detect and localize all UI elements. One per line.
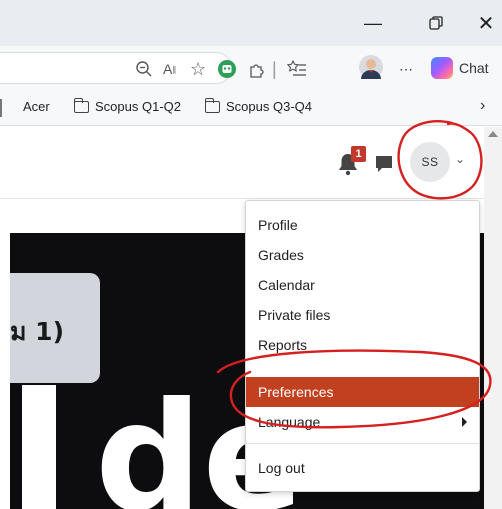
browser-title-bar: — ✕ [0, 0, 502, 46]
course-title-text: ม 1) [10, 317, 65, 346]
bookmark-label: Scopus Q1-Q2 [95, 99, 181, 114]
bookmark-scopus-q3-q4[interactable]: Scopus Q3-Q4 [204, 97, 312, 114]
more-options-icon[interactable]: ⋯ [399, 58, 413, 80]
bookmark-scopus-q1-q2[interactable]: Scopus Q1-Q2 [73, 97, 181, 114]
extension-icon[interactable] [216, 58, 238, 80]
site-header: 1 SS ⌄ [0, 127, 484, 199]
chevron-right-icon[interactable]: › [480, 97, 485, 115]
chat-label: Chat [459, 60, 489, 76]
chevron-down-icon[interactable]: ⌄ [455, 152, 465, 166]
minimize-icon: — [364, 12, 382, 33]
messages-icon[interactable] [374, 154, 394, 174]
bookmark-acer[interactable]: Acer [23, 99, 50, 114]
bookmark-folder-edge [0, 99, 2, 117]
address-bar-row: A ∥ ☆ | ⋯ Chat [0, 46, 502, 90]
submenu-arrow-icon [462, 417, 467, 427]
menu-item-label: Language [258, 414, 321, 430]
favorite-star-icon[interactable]: ☆ [190, 58, 206, 80]
toolbar-divider: | [272, 58, 277, 79]
bookmark-label: Scopus Q3-Q4 [226, 99, 312, 114]
menu-divider [246, 443, 479, 444]
bookmark-label: Acer [23, 99, 50, 114]
read-aloud-icon[interactable]: A ∥ [163, 58, 176, 80]
menu-item-profile[interactable]: Profile [246, 210, 479, 240]
menu-item-preferences[interactable]: Preferences [246, 377, 479, 407]
scroll-up-arrow-icon[interactable] [488, 131, 498, 137]
menu-item-calendar[interactable]: Calendar [246, 270, 479, 300]
page-scrollbar[interactable] [484, 127, 502, 509]
banner-graphic-bar [22, 385, 56, 509]
menu-item-language[interactable]: Language [246, 407, 479, 437]
bookmarks-bar: Acer Scopus Q1-Q2 Scopus Q3-Q4 › [0, 90, 502, 126]
restore-icon [429, 16, 443, 30]
favorites-list-icon[interactable] [287, 58, 307, 80]
notification-count-badge: 1 [351, 146, 366, 162]
zoom-icon[interactable] [135, 58, 153, 80]
menu-item-grades[interactable]: Grades [246, 240, 479, 270]
profile-avatar-icon[interactable] [358, 55, 384, 79]
close-button[interactable]: ✕ [470, 8, 502, 38]
restore-button[interactable] [420, 8, 452, 38]
copilot-icon [431, 57, 453, 79]
extensions-puzzle-icon[interactable] [248, 58, 266, 80]
menu-item-log-out[interactable]: Log out [246, 453, 479, 483]
copilot-chat-button[interactable]: Chat [431, 55, 489, 81]
folder-icon [204, 97, 220, 113]
folder-icon [73, 97, 89, 113]
menu-item-reports[interactable]: Reports [246, 330, 479, 360]
close-icon: ✕ [477, 12, 495, 35]
user-avatar[interactable]: SS [410, 142, 450, 182]
user-menu-dropdown: Profile Grades Calendar Private files Re… [245, 200, 480, 492]
minimize-button[interactable]: — [357, 8, 389, 38]
menu-item-private-files[interactable]: Private files [246, 300, 479, 330]
